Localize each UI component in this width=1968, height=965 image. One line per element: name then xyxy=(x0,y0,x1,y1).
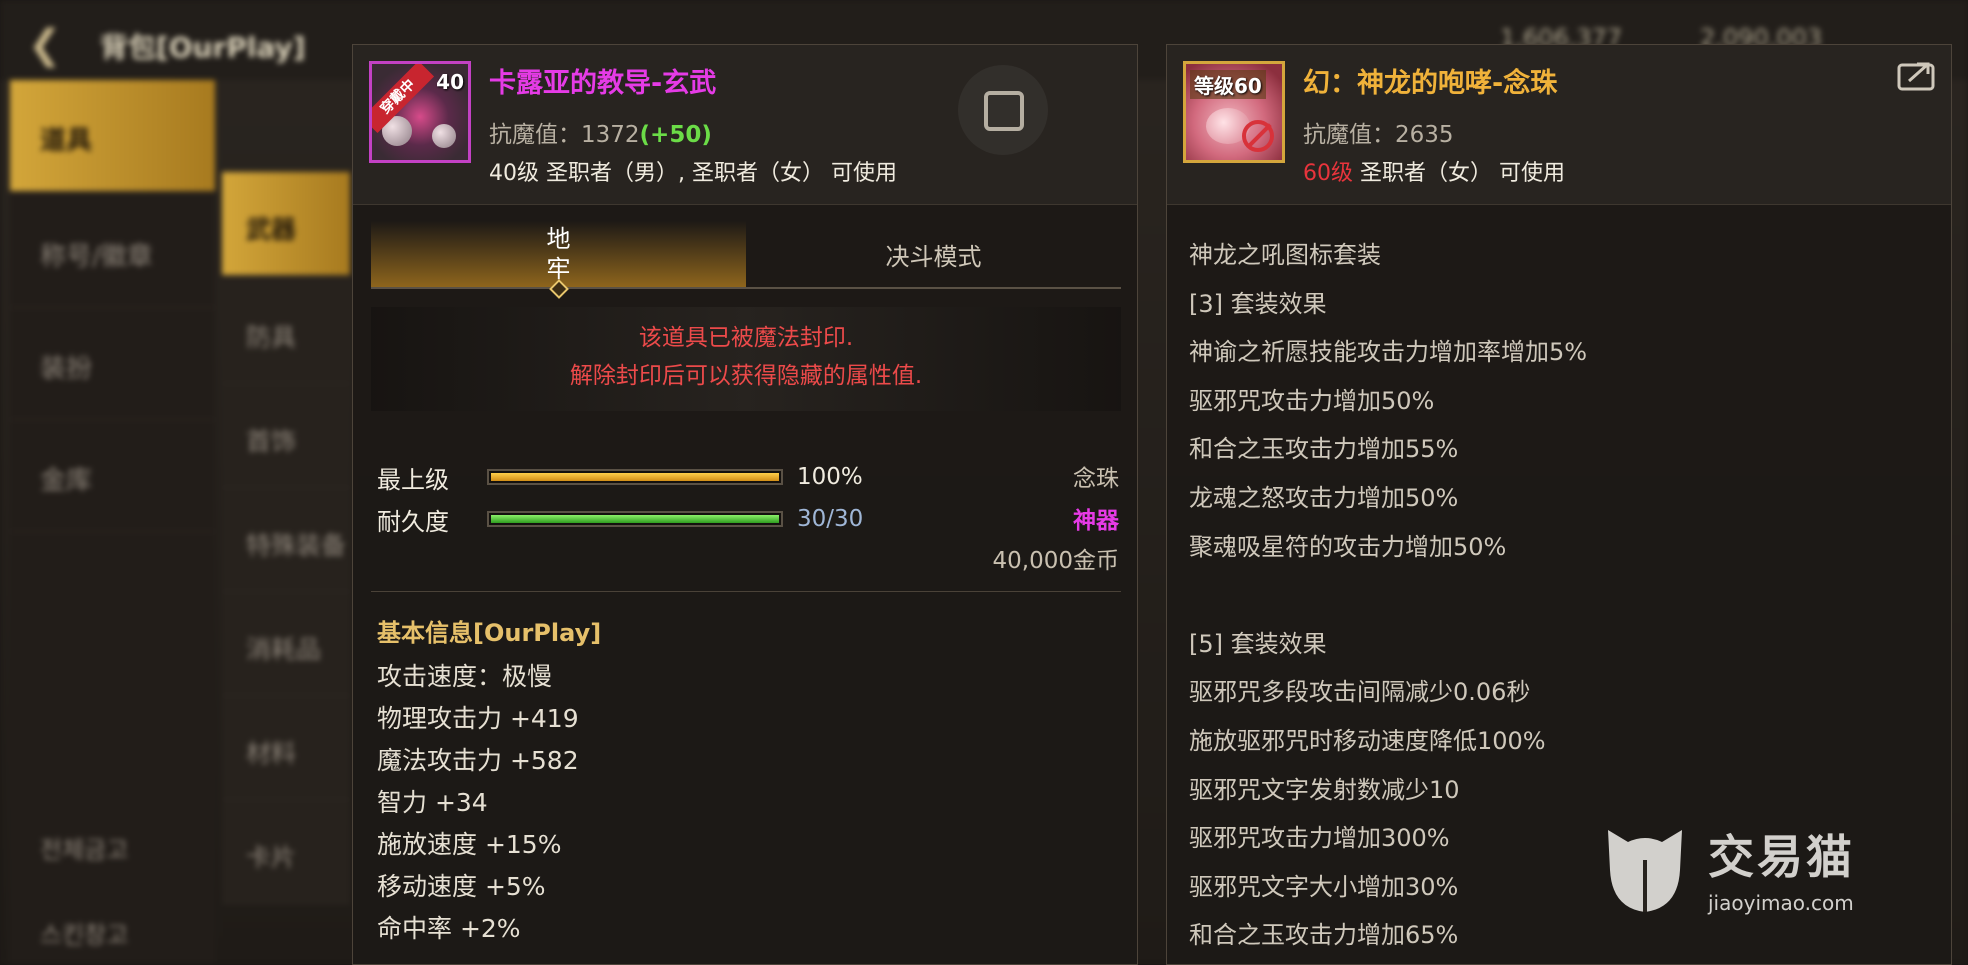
bead-icon xyxy=(432,124,456,148)
set-effect-line: [5] 套装效果 xyxy=(1189,629,1327,658)
subcategory-weapon[interactable]: 武器 xyxy=(222,172,350,276)
seal-line: 解除封印后可以获得隐藏的属性值. xyxy=(569,363,923,389)
requirement-text: 60级 圣职者（女） 可使用 xyxy=(1303,155,1565,187)
equipped-item-tooltip: 穿戴中 40 卡露亚的教导-玄武 抗魔值：1372(+50) 40级 圣职者（男… xyxy=(352,44,1138,965)
set-effect-line: 驱邪咒多段攻击间隔减少0.06秒 xyxy=(1189,678,1531,707)
set-effect-line: 驱邪咒攻击力增加50% xyxy=(1189,386,1435,415)
set-effect-line: [3] 套装效果 xyxy=(1189,289,1327,318)
item-icon: 穿戴中 40 xyxy=(369,61,471,163)
set-effect-line: 聚魂吸星符的攻击力增加50% xyxy=(1189,532,1507,561)
seal-notice: 该道具已被魔法封印. 解除封印后可以获得隐藏的属性值. xyxy=(371,307,1121,411)
item-price: 40,000金币 xyxy=(992,548,1119,574)
grade-label: 最上级 xyxy=(377,465,449,494)
item-name: 卡露亚的教导-玄武 xyxy=(489,68,717,99)
item-type: 念珠 xyxy=(1073,466,1119,492)
inventory-title: 背包[OurPlay] xyxy=(100,31,306,64)
checkbox-icon xyxy=(984,91,1024,131)
set-effect-line: 神龙之吼图标套装 xyxy=(1189,241,1381,269)
grade-bar-fill xyxy=(491,473,779,481)
durability-bar-fill xyxy=(491,515,779,523)
stat-list: 攻击速度：极慢 物理攻击力 +419 魔法攻击力 +582 智力 +34 施放速… xyxy=(377,657,579,951)
set-effect-line: 施放驱邪咒时移动速度降低100% xyxy=(1189,726,1546,755)
stat-line: 智力 +34 xyxy=(377,788,488,817)
required-level: 60级 xyxy=(1303,161,1353,186)
durability-label: 耐久度 xyxy=(377,507,449,536)
stat-line: 魔法攻击力 +582 xyxy=(377,746,579,775)
item-rarity: 神器 xyxy=(1073,508,1119,534)
sidebar-item-vault[interactable]: 金库 xyxy=(10,420,215,532)
requirement-text: 40级 圣职者（男）, 圣职者（女） 可使用 xyxy=(489,161,897,186)
grade-row: 最上级 100% xyxy=(377,461,863,494)
tab-dungeon[interactable]: 地 牢 xyxy=(371,221,746,299)
cat-logo-icon xyxy=(1608,830,1682,912)
durability-row: 耐久度 30/30 xyxy=(377,503,864,536)
sidebar-item-titles[interactable]: 称号/徽章 xyxy=(10,196,215,308)
bottom-item[interactable]: 스킨창고 xyxy=(40,915,128,950)
resist-value: 1372 xyxy=(581,122,640,148)
watermark-cn: 交易猫 xyxy=(1708,829,1855,884)
subcategory-card[interactable]: 卡片 xyxy=(222,800,350,904)
subcategory-material[interactable]: 材料 xyxy=(222,696,350,800)
prohibit-icon xyxy=(1242,120,1274,152)
tab-duel[interactable]: 决斗模式 xyxy=(746,221,1121,287)
resist-value: 2635 xyxy=(1395,122,1454,148)
item-header: 穿戴中 40 卡露亚的教导-玄武 抗魔值：1372(+50) 40级 圣职者（男… xyxy=(353,45,1137,205)
resist-label: 抗魔值： xyxy=(489,122,581,148)
stat-line: 攻击速度：极慢 xyxy=(377,662,553,691)
item-name: 幻：神龙的咆哮-念珠 xyxy=(1303,68,1558,99)
set-effect-line: 和合之玉攻击力增加55% xyxy=(1189,435,1459,464)
subcategory-armor[interactable]: 防具 xyxy=(222,280,350,384)
set-effect-line: 龙魂之怒攻击力增加50% xyxy=(1189,483,1459,512)
set-effect-line: 驱邪咒文字发射数减少10 xyxy=(1189,775,1460,804)
subcategory-consumable[interactable]: 消耗品 xyxy=(222,592,350,696)
watermark-text: 交易猫 jiaoyimao.com xyxy=(1708,821,1855,915)
basic-info-title: 基本信息[OurPlay] xyxy=(377,619,602,647)
durability-bar xyxy=(487,511,783,527)
stat-line: 命中率 +2% xyxy=(377,914,521,943)
subcategory-accessory[interactable]: 首饰 xyxy=(222,384,350,488)
item-icon: 等级60 xyxy=(1183,61,1285,163)
set-effect-list: 神龙之吼图标套装 [3] 套装效果神谕之祈愿技能攻击力增加率增加5% 驱邪咒攻击力增… xyxy=(1189,235,1587,964)
bottom-item[interactable]: 전체금고 xyxy=(40,830,128,865)
level-badge: 40 xyxy=(436,70,464,94)
mode-tabs: 地 牢 决斗模式 xyxy=(371,221,1121,299)
divider xyxy=(371,591,1121,592)
subcategory-special[interactable]: 特殊装备 xyxy=(222,488,350,592)
magic-resist: 抗魔值：2635 xyxy=(1303,115,1454,149)
grade-bar xyxy=(487,469,783,485)
item-header: 等级60 幻：神龙的咆哮-念珠 抗魔值：2635 60级 圣职者（女） 可使用 xyxy=(1167,45,1951,205)
set-effect-line: 和合之玉攻击力增加65% xyxy=(1189,921,1459,950)
stat-line: 移动速度 +5% xyxy=(377,872,546,901)
magic-resist: 抗魔值：1372(+50) xyxy=(489,115,712,149)
compare-toggle[interactable] xyxy=(958,65,1048,155)
resist-bonus: (+50) xyxy=(639,122,712,148)
back-arrow-icon[interactable]: ❮ xyxy=(28,22,62,68)
stat-line: 物理攻击力 +419 xyxy=(377,704,579,733)
tab-label: 地 xyxy=(546,225,571,253)
sidebar-item-avatar[interactable]: 装扮 xyxy=(10,308,215,420)
set-effect-line: 驱邪咒文字大小增加30% xyxy=(1189,872,1459,901)
seal-line: 该道具已被魔法封印. xyxy=(638,325,854,351)
watermark-en: jiaoyimao.com xyxy=(1708,890,1854,915)
stat-line: 施放速度 +15% xyxy=(377,830,562,859)
level-badge: 等级60 xyxy=(1190,70,1266,99)
required-class: 圣职者（女） 可使用 xyxy=(1353,161,1565,186)
durability-value: 30/30 xyxy=(797,506,864,532)
set-effect-line: 驱邪咒攻击力增加300% xyxy=(1189,824,1450,853)
watermark: 交易猫 jiaoyimao.com xyxy=(1600,820,1855,915)
set-effect-line: 神谕之祈愿技能攻击力增加率增加5% xyxy=(1189,338,1588,367)
sidebar-item-items[interactable]: 道具 xyxy=(10,80,215,192)
export-icon[interactable] xyxy=(1897,59,1937,91)
resist-label: 抗魔值： xyxy=(1303,122,1395,148)
grade-value: 100% xyxy=(797,464,863,490)
set-spacer xyxy=(1189,575,1587,624)
